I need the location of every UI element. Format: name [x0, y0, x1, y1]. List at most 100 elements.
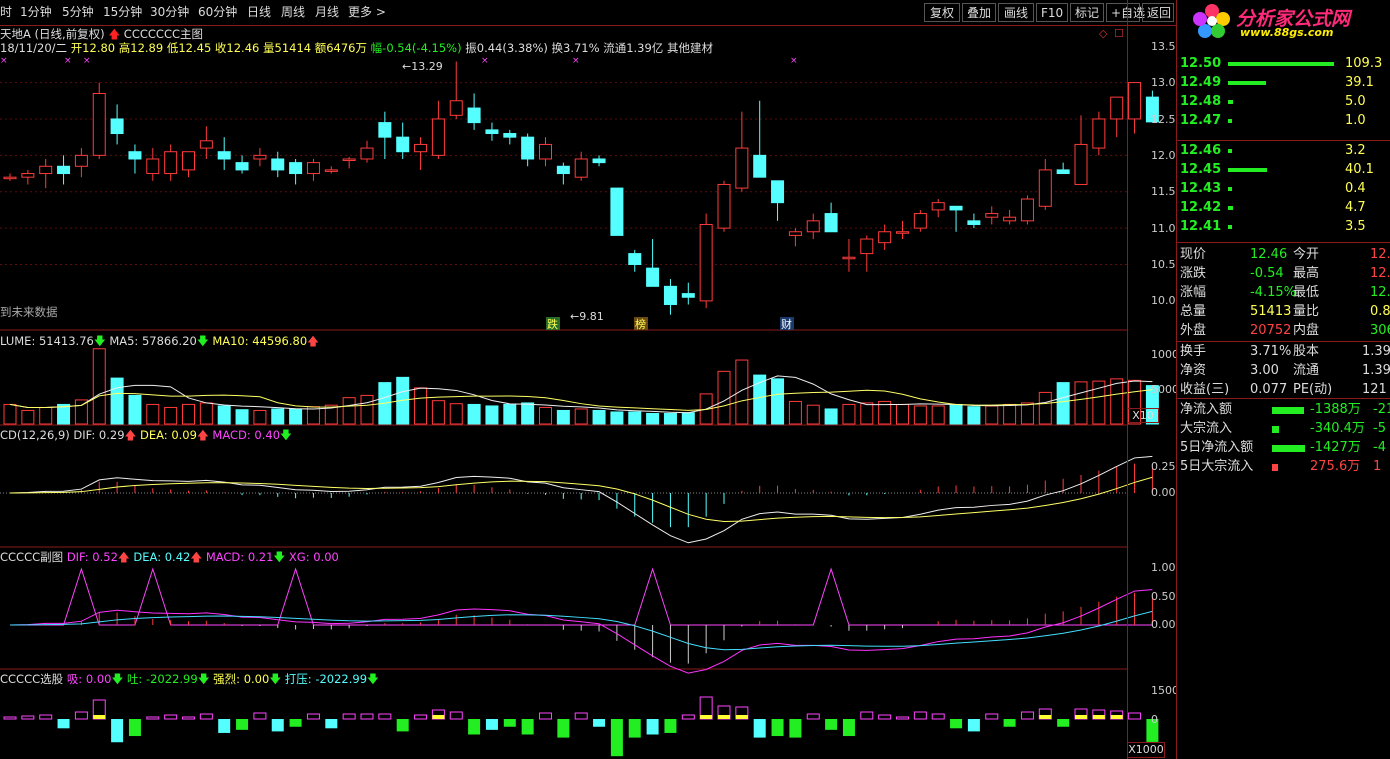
stat-value: 12.4 [1370, 285, 1390, 300]
sub-dif-line [9, 589, 1153, 674]
stat-label: 换手 [1180, 344, 1207, 359]
stat-value: 0.077 [1250, 382, 1288, 397]
event-badge: 财 [781, 317, 792, 331]
select-bar [325, 719, 338, 729]
select-bar [468, 719, 481, 735]
volume-bar [182, 403, 195, 425]
volume-legend: LUME: 51413.76🡇 MA5: 57866.20🡇 MA10: 445… [0, 334, 319, 348]
volume-bar [521, 402, 535, 425]
orderbook-row[interactable]: 12.48 [1180, 93, 1234, 111]
stat-value: -0.54 [1250, 266, 1284, 281]
volume-bar [842, 403, 856, 425]
volume-bar [1038, 391, 1052, 425]
volume-bar [1074, 381, 1088, 425]
stat-label: PE(动) [1293, 382, 1333, 397]
select-bar [164, 714, 178, 720]
select-bar [913, 711, 927, 720]
select-legend: CCCCC选股 吸: 0.00🡇 吐: -2022.99🡇 强烈: 0.00🡇 … [0, 672, 379, 686]
orderbook-row[interactable]: 12.47 [1180, 112, 1232, 130]
up-arrow-icon: 🡅 [108, 27, 121, 41]
orderbook-volume: 3.2 [1345, 143, 1366, 158]
stat-label: 外盘 [1180, 323, 1207, 338]
volume-bar [539, 406, 552, 425]
flow-value: -1388万 [1310, 402, 1361, 417]
select-bar [182, 716, 195, 720]
candle-body [324, 169, 338, 172]
candle-body [414, 143, 428, 153]
flow-bar [1272, 464, 1278, 471]
quote-row: 18/11/20/二 开12.80 高12.89 低12.45 收12.46 量… [0, 41, 713, 55]
signal-marker: × [790, 56, 798, 66]
stat-value: 3060 [1370, 323, 1390, 338]
candle-body [1020, 198, 1034, 222]
flow-label: 5日大宗流入 [1180, 459, 1254, 474]
orderbook-row[interactable]: 12.43 [1180, 180, 1232, 198]
candle-body [1038, 169, 1052, 207]
candle-body [342, 158, 356, 161]
orderbook-row[interactable]: 12.42 [1180, 199, 1234, 217]
axis-tick: 5000 [1151, 383, 1179, 396]
volume-bar [931, 405, 945, 425]
window-icon[interactable]: ☐ [1114, 27, 1124, 40]
macd-macd: MACD: 0.40 [212, 428, 281, 442]
flow-bar [1272, 445, 1305, 452]
orderbook-row[interactable]: 12.49 [1180, 74, 1267, 92]
axis-tick: 0 [1151, 713, 1158, 726]
candle-body [913, 213, 927, 229]
quote-extra: 振0.44(3.38%) 换3.71% 流通1.39亿 其他建材 [465, 41, 713, 55]
select-bar [539, 712, 552, 720]
diamond-icon[interactable]: ◇ [1099, 27, 1107, 40]
volume-bar [913, 405, 927, 425]
select-bar [360, 713, 374, 720]
logo-url: www.88gs.com [1240, 26, 1334, 39]
signal-marker: × [481, 56, 489, 66]
orderbook-row[interactable]: 12.45 [1180, 161, 1268, 179]
orderbook-row[interactable]: 12.41 [1180, 218, 1233, 236]
flow-bar [1272, 407, 1304, 414]
orderbook-row[interactable]: 12.50 [1180, 55, 1334, 73]
volume-bar [896, 403, 909, 425]
main-title-row: 天地A (日线,前复权) 🡅 CCCCCCC主图 [0, 27, 203, 41]
stat-value: -4.15% [1250, 285, 1296, 300]
volume-ma10: MA10: 44596.80 [212, 334, 308, 348]
signal-marker: × [64, 56, 72, 66]
candle-body [646, 267, 660, 287]
stat-label: 股本 [1293, 344, 1320, 359]
stat-label: 总量 [1180, 304, 1207, 319]
stat-value: 121 [1362, 382, 1387, 397]
event-badge: 榜 [635, 317, 646, 331]
orderbook-row[interactable]: 12.46 [1180, 142, 1233, 160]
select-bar [860, 711, 874, 720]
candle-body [3, 176, 17, 180]
axis-tick: 0.00 [1151, 618, 1176, 631]
volume-bar [1056, 382, 1070, 425]
orderbook-volume: 4.7 [1345, 200, 1366, 215]
stat-label: 最高 [1293, 266, 1320, 281]
candle-body [842, 256, 856, 260]
event-badge: 跌 [547, 317, 558, 331]
chart-area[interactable]: × × × × × × ←13.29 ←9.81 跌 榜 财 [0, 0, 1176, 759]
volume-bar [503, 403, 517, 425]
volume-bar [289, 408, 303, 425]
candle-body [21, 173, 35, 178]
stat-label: 涨跌 [1180, 266, 1207, 281]
select-bar [39, 714, 53, 720]
candle-body [128, 151, 142, 160]
candle-body [753, 154, 767, 178]
volume-bar [235, 409, 249, 425]
select-bar [396, 719, 409, 732]
candle-body [878, 231, 892, 244]
stat-label: 涨幅 [1180, 285, 1207, 300]
select-bar [610, 719, 623, 757]
flow-label: 5日净流入额 [1180, 440, 1254, 455]
stat-value: 20752 [1250, 323, 1292, 338]
candle-body [396, 136, 410, 153]
select-bar [878, 714, 892, 720]
select-bar [342, 713, 356, 720]
select-bar [771, 719, 784, 737]
stat-label: 最低 [1293, 285, 1320, 300]
select-bar-yellow [432, 715, 445, 719]
candle-body [1003, 216, 1017, 222]
orderbook-volume: 0.4 [1345, 181, 1366, 196]
signal-marker: × [0, 56, 8, 66]
